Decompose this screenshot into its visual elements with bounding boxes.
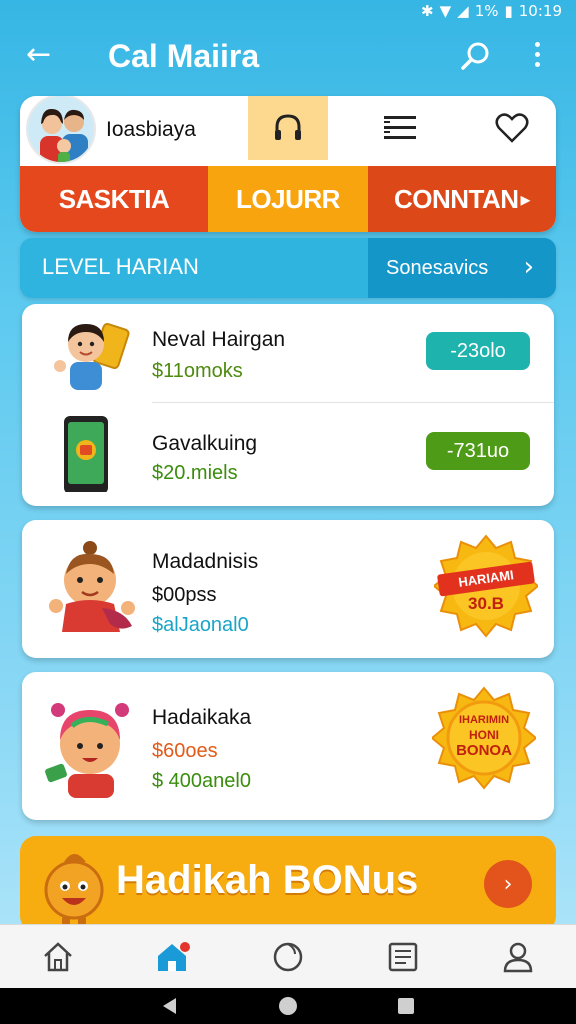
badge-value: BONOA — [456, 742, 512, 759]
reward-price: $60oes — [152, 740, 218, 762]
profile-card: Ioasbiaya SASKTIA LOJURR CONNTAN ▸ — [20, 96, 556, 232]
recents-square-icon[interactable] — [396, 996, 416, 1016]
circle-icon — [273, 942, 303, 971]
list-item[interactable]: Neval Hairgan $11omoks -23olo — [22, 304, 554, 404]
reward-price: $00pss — [152, 584, 217, 606]
favorite-button[interactable] — [472, 96, 552, 160]
tab-conntan[interactable]: CONNTAN ▸ — [368, 166, 556, 232]
page-title: Cal Maiira — [108, 38, 260, 74]
tab-sasktia[interactable]: SASKTIA — [20, 166, 208, 232]
wifi-icon: ▼ — [439, 2, 452, 20]
reward-name: Madadnisis — [152, 550, 259, 573]
reward-sub: $alJaonal0 — [152, 614, 249, 636]
bottom-nav — [0, 924, 576, 988]
category-tabs: SASKTIA LOJURR CONNTAN ▸ — [20, 166, 556, 232]
reward-name: Hadaikaka — [152, 706, 252, 729]
mascot-icon — [44, 854, 104, 926]
phone-illustration — [46, 416, 138, 494]
level-action-label: Sonesavics — [386, 256, 489, 279]
username: Ioasbiaya — [106, 118, 196, 141]
bonus-banner[interactable]: Hadikah BONus › — [20, 836, 556, 932]
offer-price: $11omoks — [152, 360, 243, 382]
profile-icon — [504, 942, 533, 972]
nav-home[interactable] — [0, 925, 115, 988]
clock: 10:19 — [518, 2, 562, 20]
nav-store[interactable] — [115, 925, 230, 988]
back-arrow-icon[interactable]: ← — [26, 38, 51, 72]
nav-profile[interactable] — [461, 925, 576, 988]
badge-value: 30.B — [468, 594, 504, 613]
nav-circle[interactable] — [230, 925, 345, 988]
badge-sub: HONI — [469, 728, 499, 742]
list-icon — [384, 116, 416, 139]
battery-percent: 1% — [474, 2, 499, 20]
status-bar: ✱ ▼ ◢ 1% ▮ 10:19 — [0, 0, 576, 22]
home-circle-icon[interactable] — [278, 996, 298, 1016]
bonus-go-button[interactable]: › — [484, 860, 532, 908]
more-options-icon[interactable] — [532, 42, 542, 72]
battery-icon: ▮ — [504, 2, 513, 20]
level-label: LEVEL HARIAN — [42, 254, 199, 279]
bonus-label: Hadikah BONus — [116, 858, 419, 902]
offers-card: Neval Hairgan $11omoks -23olo Gavalkuing… — [22, 304, 554, 506]
profile-row: Ioasbiaya — [20, 96, 556, 164]
home-icon — [43, 941, 72, 971]
discount-badge[interactable]: -23olo — [426, 332, 530, 370]
offer-name: Gavalkuing — [152, 432, 258, 455]
store-home-icon — [157, 941, 190, 971]
bonus-badge: HARIAMI 30.B — [434, 534, 538, 638]
nav-document[interactable] — [346, 925, 461, 988]
app-bar: ← Cal Maiira — [0, 26, 576, 86]
level-action-button[interactable]: Sonesavics › — [368, 238, 556, 298]
tab-conntan-label: CONNTAN — [393, 183, 519, 214]
signal-icon: ◢ — [457, 2, 469, 20]
list-button[interactable] — [360, 96, 440, 160]
headset-icon — [275, 114, 301, 140]
offer-price: $20.miels — [152, 462, 238, 484]
back-triangle-icon[interactable] — [160, 996, 180, 1016]
tab-lojurr[interactable]: LOJURR — [208, 166, 368, 232]
chevron-right-icon: › — [503, 871, 513, 897]
support-button[interactable] — [248, 96, 328, 160]
system-nav — [0, 988, 576, 1024]
reward-card[interactable]: Madadnisis $00pss $alJaonal0 HARIAMI 30.… — [22, 520, 554, 658]
divider — [152, 402, 554, 403]
baby-illustration — [42, 538, 142, 638]
chevron-right-icon: › — [523, 252, 534, 282]
level-bar: LEVEL HARIAN Sonesavics › — [20, 238, 556, 298]
list-item[interactable]: Gavalkuing $20.miels -731uo — [22, 404, 554, 504]
document-icon — [388, 942, 418, 971]
chevron-right-icon: ▸ — [520, 188, 531, 211]
search-icon[interactable] — [458, 40, 492, 79]
girl-illustration — [42, 694, 142, 798]
kid-phone-illustration — [46, 316, 138, 392]
bluetooth-icon: ✱ — [421, 2, 434, 20]
offer-name: Neval Hairgan — [152, 328, 286, 351]
reward-sub: $ 400anel0 — [152, 770, 251, 792]
avatar[interactable] — [26, 96, 96, 164]
discount-badge[interactable]: -731uo — [426, 432, 530, 470]
reward-card[interactable]: Hadaikaka $60oes $ 400anel0 IHARIMIN HON… — [22, 672, 554, 820]
heart-icon — [495, 113, 529, 143]
bonus-badge: IHARIMIN HONI BONOA — [432, 686, 536, 790]
badge-title: IHARIMIN — [458, 714, 510, 726]
